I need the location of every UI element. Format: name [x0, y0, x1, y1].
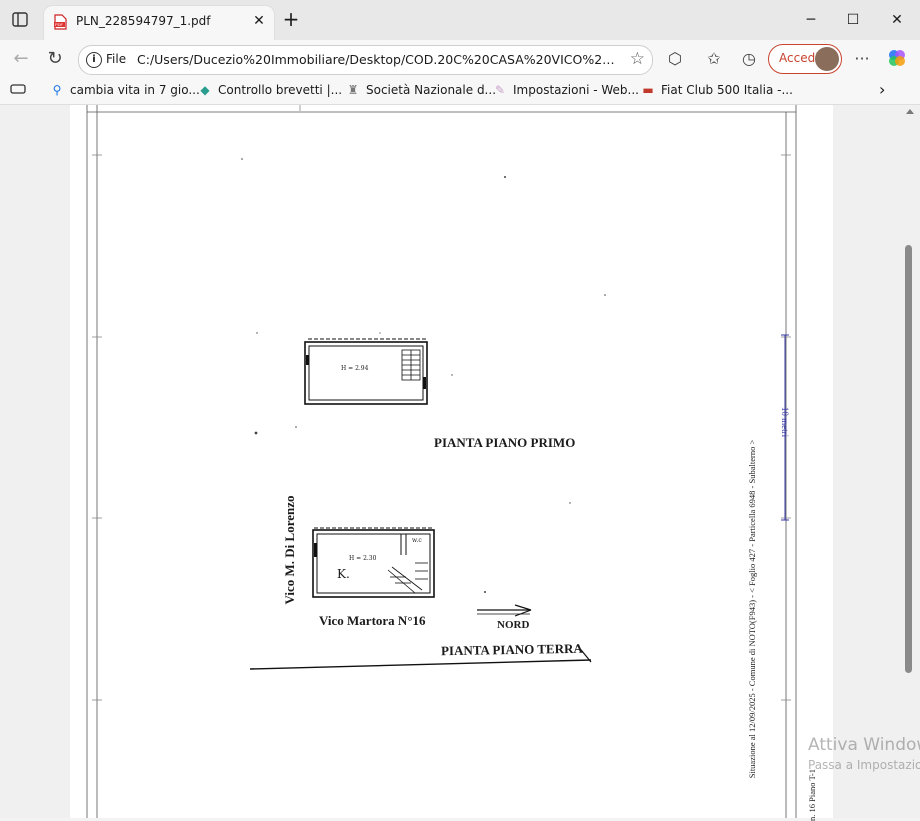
- refresh-icon[interactable]: ↻: [42, 47, 68, 71]
- tab-actions-icon[interactable]: [8, 9, 32, 31]
- vico-di-lorenzo-label: Vico M. Di Lorenzo: [282, 495, 297, 605]
- scroll-thumb[interactable]: [905, 245, 912, 673]
- vico-martora-label: Vico Martora N°16: [319, 613, 426, 628]
- reading-list-icon[interactable]: [10, 82, 26, 99]
- close-window-icon[interactable]: ✕: [883, 8, 911, 32]
- nord-label: NORD: [497, 619, 530, 631]
- floor-plan-drawing: [86, 105, 797, 818]
- margin-floor-text: n. 16 Piano T-1: [806, 769, 817, 821]
- settings-web-icon: ✎: [494, 83, 506, 97]
- avatar: [815, 47, 839, 71]
- pianta-piano-terra: PIANTA PIANO TERRA: [440, 640, 583, 659]
- vertical-scrollbar[interactable]: [903, 105, 917, 818]
- bookmark-item-3[interactable]: ♜ Società Nazionale d...: [346, 83, 496, 97]
- chevron-right-icon[interactable]: ›: [879, 80, 885, 99]
- kitchen-label: K.: [337, 567, 350, 581]
- margin-situation-text: Situazione al 12/09/2025 - Comune di NOT…: [747, 439, 757, 779]
- profile-label: Accedi: [779, 51, 819, 65]
- tab-title: PLN_228594797_1.pdf: [76, 14, 211, 28]
- new-tab-icon[interactable]: +: [280, 9, 302, 31]
- more-menu-icon[interactable]: ···: [851, 48, 873, 70]
- wc-label: w.c: [412, 537, 422, 544]
- back-icon[interactable]: ←: [8, 47, 34, 71]
- address-url[interactable]: C:/Users/Ducezio%20Immobiliare/Desktop/C…: [137, 52, 621, 67]
- minimize-icon[interactable]: ─: [797, 8, 825, 32]
- info-icon[interactable]: i: [86, 52, 102, 68]
- profile-button[interactable]: Accedi: [768, 44, 842, 74]
- pdf-viewer: H = 2.94 H = 2.30 w.c K. PIANTA PIANO PR…: [0, 105, 920, 821]
- bookmark-item-2[interactable]: ◆ Controllo brevetti |...: [198, 83, 342, 97]
- close-tab-icon[interactable]: ✕: [250, 12, 268, 30]
- scroll-up-icon[interactable]: [906, 109, 914, 114]
- society-icon: ♜: [347, 83, 359, 97]
- toolbar: ← ↻ i File C:/Users/Ducezio%20Immobiliar…: [0, 40, 920, 78]
- scale-label: 10 metri: [780, 406, 791, 438]
- pdf-page: H = 2.94 H = 2.30 w.c K. PIANTA PIANO PR…: [70, 105, 833, 821]
- bookmarks-bar: ⚲ cambia vita in 7 gio... ◆ Controllo brev…: [0, 78, 920, 105]
- bookmark-item-4[interactable]: ✎ Impostazioni - Web...: [493, 83, 639, 97]
- tab-strip: PDF PLN_228594797_1.pdf ✕ + ─ ☐ ✕: [0, 0, 920, 40]
- favorite-star-icon[interactable]: ☆: [630, 49, 645, 69]
- car-icon: ▬: [642, 83, 654, 97]
- maximize-icon[interactable]: ☐: [839, 8, 867, 32]
- address-bar[interactable]: i File C:/Users/Ducezio%20Immobiliare/De…: [78, 45, 653, 75]
- copilot-icon[interactable]: [886, 48, 908, 70]
- svg-text:PDF: PDF: [55, 22, 64, 27]
- tab-pdf[interactable]: PDF PLN_228594797_1.pdf ✕: [44, 6, 274, 40]
- history-icon[interactable]: ◷: [738, 48, 760, 70]
- bookmark-item-1[interactable]: ⚲ cambia vita in 7 gio...: [50, 83, 200, 97]
- extensions-icon[interactable]: ⬡: [664, 48, 686, 70]
- bookmark-item-5[interactable]: ▬ Fiat Club 500 Italia -...: [641, 83, 793, 97]
- pdf-icon: PDF: [52, 14, 68, 30]
- pianta-piano-primo: PIANTA PIANO PRIMO: [434, 435, 576, 450]
- favorites-icon[interactable]: ✩: [703, 48, 725, 70]
- search-icon: ⚲: [52, 83, 62, 97]
- upper-room-height: H = 2.94: [341, 365, 369, 372]
- lower-room-height: H = 2.30: [349, 555, 377, 562]
- address-scheme: File: [106, 52, 127, 66]
- patent-icon: ◆: [200, 83, 210, 97]
